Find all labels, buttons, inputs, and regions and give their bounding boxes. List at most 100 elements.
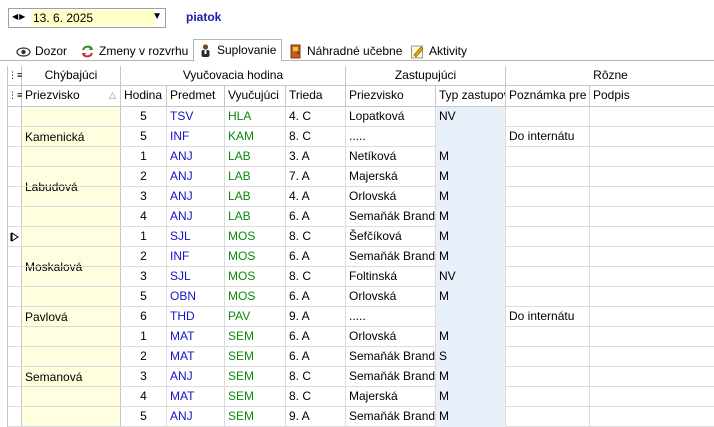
note-cell[interactable] (506, 147, 590, 167)
class-cell[interactable]: 7. A (286, 167, 346, 187)
lesson-number-cell[interactable]: 3 (121, 187, 167, 207)
signature-cell[interactable] (590, 387, 714, 407)
signature-cell[interactable] (590, 327, 714, 347)
signature-cell[interactable] (590, 407, 714, 427)
lesson-number-cell[interactable]: 1 (121, 147, 167, 167)
lesson-number-cell[interactable]: 5 (121, 407, 167, 427)
substitute-cell[interactable]: Lopatková (346, 107, 436, 127)
note-cell[interactable]: Do internátu (506, 307, 590, 327)
substitute-cell[interactable]: Foltinská (346, 267, 436, 287)
table-row[interactable]: 3ANJSEM8. CSemaňák BrandonM (8, 367, 714, 387)
note-cell[interactable] (506, 367, 590, 387)
note-cell[interactable] (506, 287, 590, 307)
tab-zmeny[interactable]: Zmeny v rozvrhu (76, 41, 188, 61)
table-row[interactable]: 1 ANJ LAB 3. A Netíková M (8, 147, 714, 167)
substitution-type-cell[interactable]: M (436, 387, 506, 407)
substitution-type-cell[interactable]: M (436, 147, 506, 167)
lesson-number-cell[interactable]: 2 (121, 167, 167, 187)
date-picker[interactable]: ◀▶ 13. 6. 2025 ▼ (8, 8, 166, 28)
substitution-type-cell[interactable]: S (436, 347, 506, 367)
class-cell[interactable]: 8. C (286, 227, 346, 247)
note-cell[interactable]: Do internátu (506, 127, 590, 147)
table-row[interactable]: 2MATSEM6. ASemaňák BrandonS (8, 347, 714, 367)
date-step-arrows-icon[interactable]: ◀▶ (12, 12, 26, 21)
lesson-number-cell[interactable]: 4 (121, 387, 167, 407)
substitution-type-cell[interactable]: M (436, 207, 506, 227)
lesson-number-cell[interactable]: 4 (121, 207, 167, 227)
table-row[interactable]: 2 ANJ LAB 7. A Majerská M (8, 167, 714, 187)
class-cell[interactable]: 4. A (286, 187, 346, 207)
column-poznamka[interactable]: Poznámka pre (506, 86, 590, 106)
teacher-code-cell[interactable]: MOS (225, 287, 286, 307)
date-value[interactable]: 13. 6. 2025 (31, 10, 155, 26)
class-cell[interactable]: 9. A (286, 307, 346, 327)
table-row[interactable]: 4 MAT SEM 8. C Majerská M (8, 387, 714, 407)
teacher-code-cell[interactable]: HLA (225, 107, 286, 127)
column-trieda[interactable]: Trieda (286, 86, 346, 106)
tab-dozor[interactable]: Dozor (12, 41, 67, 61)
row-chooser-icon[interactable]: ⋮≡ (8, 86, 22, 106)
teacher-code-cell[interactable]: LAB (225, 167, 286, 187)
substitute-cell[interactable]: Majerská (346, 387, 436, 407)
lesson-number-cell[interactable]: 5 (121, 107, 167, 127)
substitute-cell[interactable]: Orlovská (346, 327, 436, 347)
substitution-type-cell[interactable]: M (436, 187, 506, 207)
class-cell[interactable]: 9. A (286, 407, 346, 427)
subject-cell[interactable]: ANJ (167, 187, 225, 207)
subject-cell[interactable]: TSV (167, 107, 225, 127)
substitution-type-cell[interactable]: M (436, 247, 506, 267)
note-cell[interactable] (506, 167, 590, 187)
signature-cell[interactable] (590, 267, 714, 287)
note-cell[interactable] (506, 207, 590, 227)
lesson-number-cell[interactable]: 5 (121, 287, 167, 307)
teacher-code-cell[interactable]: SEM (225, 327, 286, 347)
signature-cell[interactable] (590, 347, 714, 367)
substitute-cell[interactable]: ..... (346, 307, 436, 327)
class-cell[interactable]: 6. A (286, 247, 346, 267)
signature-cell[interactable] (590, 287, 714, 307)
substitution-type-cell[interactable]: M (436, 227, 506, 247)
table-row[interactable]: 1 SJL MOS 8. C Šefčíková M (8, 227, 714, 247)
substitute-cell[interactable]: Semaňák Brandon (346, 207, 436, 227)
column-typ-zastupovania[interactable]: Typ zastupov (436, 86, 506, 106)
table-row[interactable]: 2INFMOS6. ASemaňák BrandonM (8, 247, 714, 267)
subject-cell[interactable]: INF (167, 247, 225, 267)
subject-cell[interactable]: OBN (167, 287, 225, 307)
substitute-cell[interactable]: ..... (346, 127, 436, 147)
table-row[interactable]: 3 ANJ LAB 4. A Orlovská M (8, 187, 714, 207)
note-cell[interactable] (506, 247, 590, 267)
subject-cell[interactable]: SJL (167, 267, 225, 287)
table-row[interactable]: 3 SJL MOS 8. C Foltinská NV (8, 267, 714, 287)
column-zastupujuci-priezvisko[interactable]: Priezvisko (346, 86, 436, 106)
lesson-number-cell[interactable]: 6 (121, 307, 167, 327)
substitution-type-cell[interactable]: M (436, 327, 506, 347)
table-row[interactable]: 5 INF KAM 8. C..... Do internátu (8, 127, 714, 147)
substitution-type-cell[interactable]: M (436, 367, 506, 387)
class-cell[interactable]: 3. A (286, 147, 346, 167)
note-cell[interactable] (506, 107, 590, 127)
teacher-code-cell[interactable]: LAB (225, 207, 286, 227)
teacher-code-cell[interactable]: MOS (225, 247, 286, 267)
class-cell[interactable]: 4. C (286, 107, 346, 127)
note-cell[interactable] (506, 407, 590, 427)
substitution-type-cell[interactable] (436, 307, 506, 327)
class-cell[interactable]: 8. C (286, 127, 346, 147)
lesson-number-cell[interactable]: 3 (121, 267, 167, 287)
signature-cell[interactable] (590, 227, 714, 247)
note-cell[interactable] (506, 187, 590, 207)
chevron-down-icon[interactable]: ▼ (152, 11, 162, 22)
note-cell[interactable] (506, 327, 590, 347)
table-row[interactable]: 6 THD PAV 9. A..... Do internátu (8, 307, 714, 327)
table-row[interactable]: 1 MAT SEM 6. A Orlovská M (8, 327, 714, 347)
substitute-cell[interactable]: Semaňák Brandon (346, 407, 436, 427)
column-hodina[interactable]: Hodina (121, 86, 167, 106)
substitute-cell[interactable]: Semaňák Brandon (346, 247, 436, 267)
substitution-type-cell[interactable] (436, 127, 506, 147)
teacher-code-cell[interactable]: LAB (225, 187, 286, 207)
teacher-code-cell[interactable]: LAB (225, 147, 286, 167)
teacher-code-cell[interactable]: SEM (225, 367, 286, 387)
subject-cell[interactable]: ANJ (167, 147, 225, 167)
class-cell[interactable]: 8. C (286, 387, 346, 407)
substitute-cell[interactable]: Semaňák Brandon (346, 367, 436, 387)
class-cell[interactable]: 6. A (286, 287, 346, 307)
